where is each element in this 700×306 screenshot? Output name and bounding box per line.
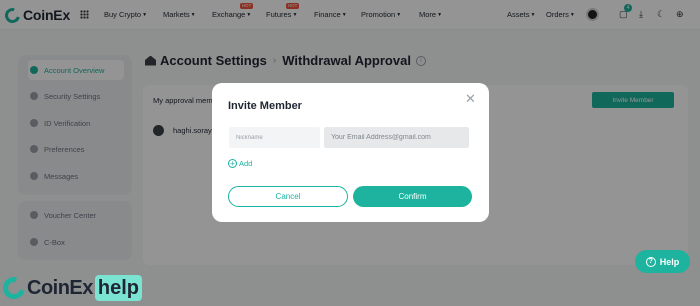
email-input[interactable] xyxy=(324,127,469,148)
close-icon[interactable]: ✕ xyxy=(465,92,476,106)
add-member-link[interactable]: + Add xyxy=(228,159,252,168)
nickname-input[interactable] xyxy=(229,127,320,148)
plus-circle-icon: + xyxy=(228,159,237,168)
confirm-button[interactable]: Confirm xyxy=(353,186,472,207)
coinex-logo-icon xyxy=(0,272,30,304)
help-button[interactable]: ? Help xyxy=(635,250,690,273)
question-icon: ? xyxy=(645,256,656,267)
watermark-help-tag: help xyxy=(94,275,143,301)
watermark-text: CoinEx xyxy=(27,276,93,299)
cancel-button[interactable]: Cancel xyxy=(228,186,348,207)
help-label: Help xyxy=(659,256,680,267)
dialog-title: Invite Member xyxy=(228,100,302,112)
coinex-help-watermark: CoinEx help xyxy=(0,272,143,304)
add-label: Add xyxy=(239,159,253,168)
invite-member-dialog: Invite Member ✕ + Add Cancel Confirm xyxy=(212,83,489,222)
